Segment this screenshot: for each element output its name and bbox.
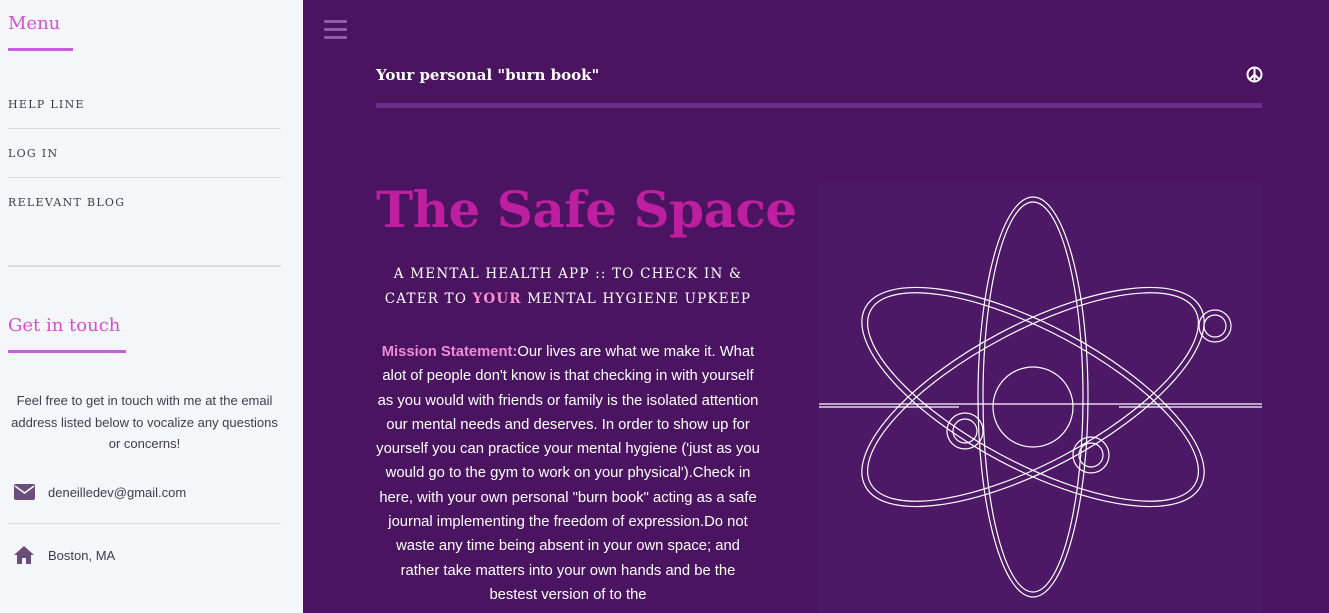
home-icon <box>12 544 36 566</box>
menu-item-help-line[interactable]: HELP LINE <box>8 80 281 129</box>
contact-email[interactable]: deneilledev@gmail.com <box>48 485 186 500</box>
mission-statement: Mission Statement:Our lives are what we … <box>376 340 760 607</box>
main-content: Your personal "burn book" The Safe Space… <box>303 0 1329 613</box>
sidebar: Menu HELP LINE LOG IN RELEVANT BLOG Get … <box>0 0 303 613</box>
hamburger-icon[interactable] <box>324 20 347 40</box>
menu-item-log-in[interactable]: LOG IN <box>8 129 281 178</box>
envelope-icon <box>12 481 36 503</box>
menu-heading: Menu <box>8 13 61 34</box>
contact-email-row[interactable]: deneilledev@gmail.com <box>8 479 281 505</box>
menu-heading-underline <box>8 48 73 51</box>
sidebar-divider <box>8 265 281 267</box>
hero-subtitle-emphasis: YOUR <box>472 291 522 307</box>
get-in-touch-heading: Get in touch <box>8 315 121 336</box>
mission-label: Mission Statement: <box>381 344 518 360</box>
menu-list: HELP LINE LOG IN RELEVANT BLOG <box>8 80 281 227</box>
atom-icon <box>819 196 1262 598</box>
hero-subtitle-pre: CATER TO <box>384 291 473 307</box>
get-in-touch-text: Feel free to get in touch with me at the… <box>11 393 278 451</box>
hero-subtitle-line1: A MENTAL HEALTH APP :: TO CHECK IN & <box>393 266 743 282</box>
atom-illustration <box>819 183 1262 613</box>
menu-item-relevant-blog[interactable]: RELEVANT BLOG <box>8 178 281 227</box>
contact-location-row: Boston, MA <box>8 542 281 568</box>
mission-text: Our lives are what we make it. What alot… <box>376 344 760 603</box>
hero-subtitle: A MENTAL HEALTH APP :: TO CHECK IN & CAT… <box>376 262 760 312</box>
peace-icon[interactable] <box>1246 66 1263 83</box>
contact-separator <box>8 523 281 524</box>
header-divider <box>376 103 1262 108</box>
hero-title: The Safe Space <box>376 180 797 239</box>
page-header-title: Your personal "burn book" <box>376 66 600 84</box>
get-in-touch-underline <box>8 350 126 353</box>
contact-location: Boston, MA <box>48 547 116 563</box>
hero-subtitle-post: MENTAL HYGIENE UPKEEP <box>521 291 752 307</box>
